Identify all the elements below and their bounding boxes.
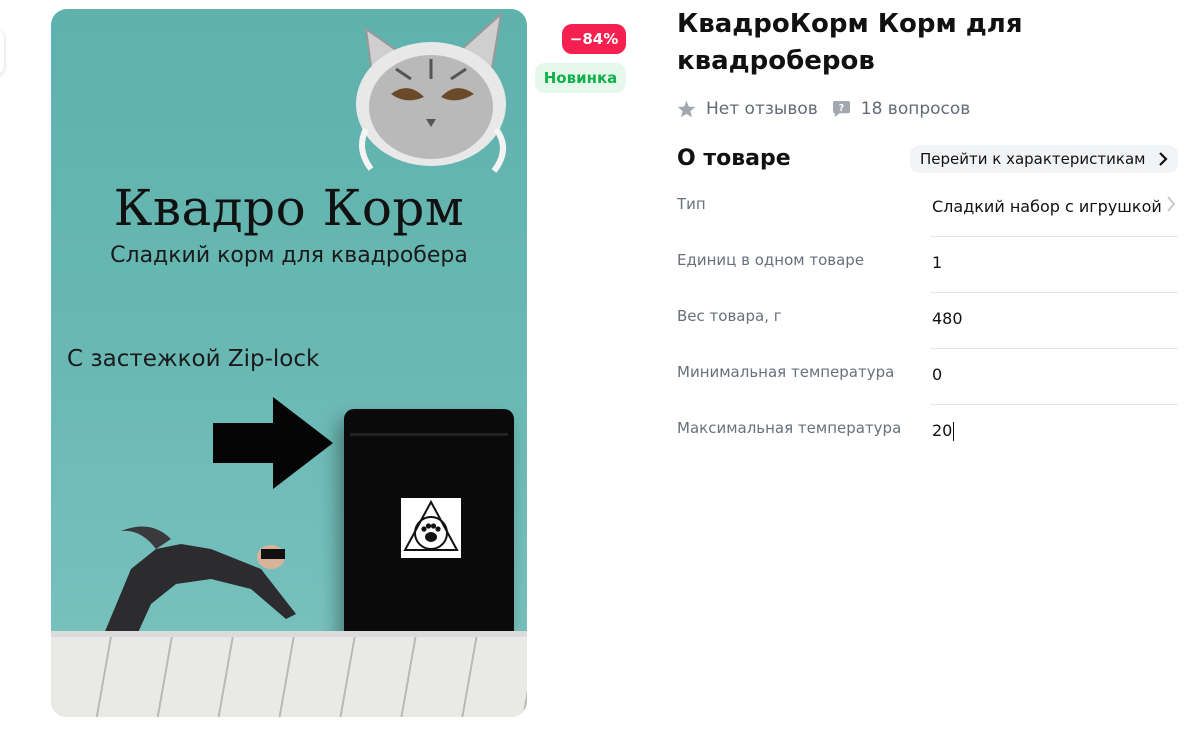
cat-mask-image — [356, 11, 506, 173]
product-photo[interactable]: Квадро Корм Сладкий корм для квадробера … — [51, 9, 527, 717]
image-headline: Квадро Корм — [113, 179, 465, 237]
spec-row-min-temp: Минимальная температура 0 — [677, 363, 1178, 419]
product-title: КвадроКорм Корм для квадроберов — [677, 9, 1023, 76]
new-badge: Новинка — [535, 63, 626, 93]
goto-specs-button[interactable]: Перейти к характеристикам — [910, 145, 1178, 173]
spec-key: Минимальная температура — [677, 363, 895, 381]
spec-key: Тип — [677, 195, 706, 213]
prev-scroll-button[interactable] — [0, 30, 4, 74]
spec-value: 480 — [932, 309, 963, 328]
image-subheadline: Сладкий корм для квадробера — [110, 243, 468, 268]
questions-text: 18 вопросов — [860, 99, 971, 119]
about-section-title: О товаре — [677, 146, 791, 171]
paw-logo-icon — [401, 498, 461, 558]
spec-key: Вес товара, г — [677, 307, 782, 325]
ziplock-bag-image — [344, 409, 514, 654]
spec-row-units: Единиц в одном товаре 1 — [677, 251, 1178, 307]
reviews-link[interactable]: Нет отзывов — [677, 99, 818, 119]
star-icon — [677, 100, 696, 118]
chevron-right-icon — [1159, 152, 1168, 166]
spec-value: 1 — [932, 253, 943, 272]
goto-specs-label: Перейти к характеристикам — [920, 150, 1146, 168]
product-meta: Нет отзывов ? 18 вопросов — [677, 96, 970, 122]
svg-text:?: ? — [839, 103, 845, 114]
spec-row-weight: Вес товара, г 480 — [677, 307, 1178, 363]
discount-badge: −84% — [562, 24, 626, 54]
spec-row-max-temp: Максимальная температура 20 — [677, 419, 1178, 475]
chevron-right-icon[interactable] — [1166, 195, 1176, 213]
spec-key: Максимальная температура — [677, 419, 902, 437]
image-zip-note: С застежкой Zip-lock — [67, 346, 320, 372]
text-cursor — [953, 422, 955, 441]
reviews-text: Нет отзывов — [706, 99, 818, 119]
questions-link[interactable]: ? 18 вопросов — [832, 99, 971, 119]
spec-row-type: Тип Сладкий набор с игрушкой — [677, 195, 1178, 251]
spec-value-link[interactable]: Сладкий набор с игрушкой — [932, 197, 1162, 216]
spec-value: 20 — [932, 421, 955, 441]
arrow-right-icon — [213, 397, 333, 489]
question-bubble-icon: ? — [832, 100, 850, 118]
spec-key: Единиц в одном товаре — [677, 251, 865, 269]
spec-value: 0 — [932, 365, 943, 384]
